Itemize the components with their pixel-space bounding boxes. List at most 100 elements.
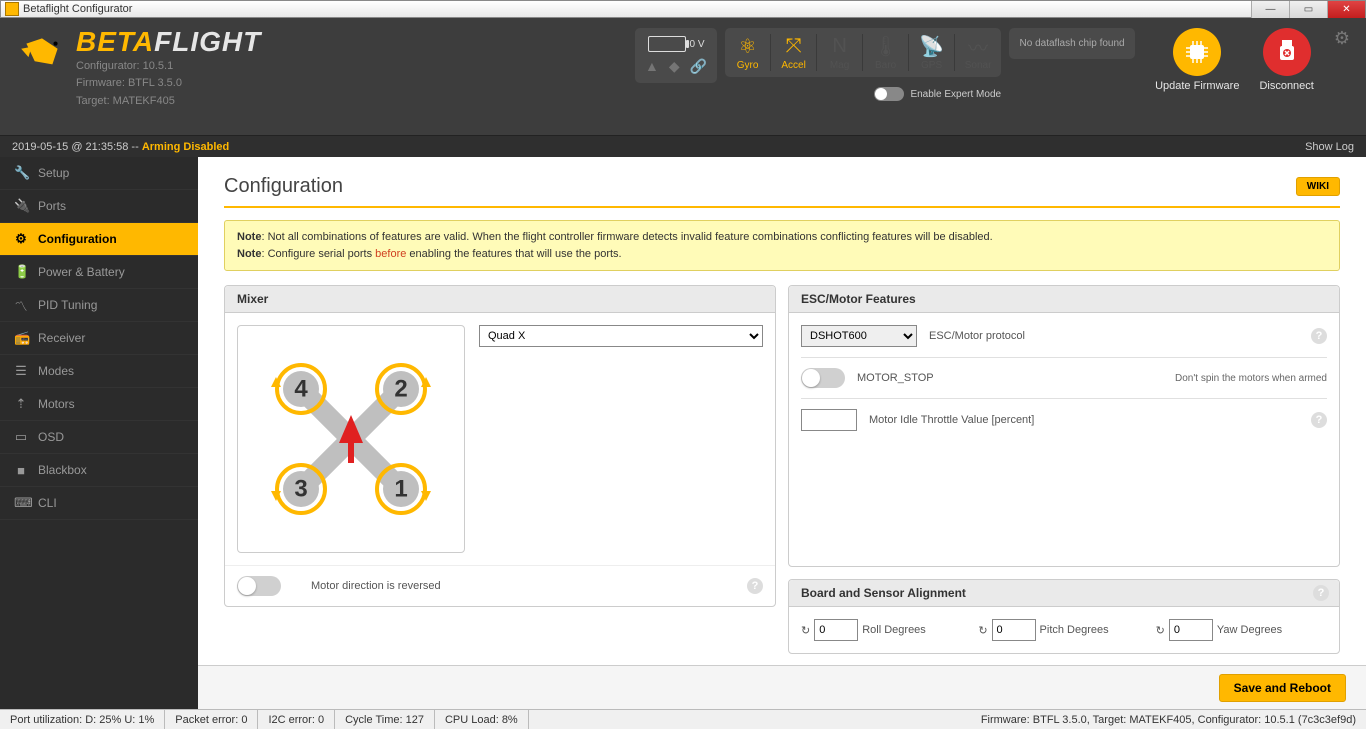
sidebar-item-label: PID Tuning: [38, 298, 97, 312]
sidebar-item-motors[interactable]: ⇡Motors: [0, 388, 198, 421]
note-box: Note: Not all combinations of features a…: [224, 220, 1340, 271]
sidebar-item-configuration[interactable]: ⚙ Configuration: [0, 223, 198, 256]
nav-icon: 🔋: [14, 264, 28, 280]
mixer-panel-title: Mixer: [225, 286, 775, 313]
sidebar-item-pid-tuning[interactable]: 〽 PID Tuning: [0, 289, 198, 322]
sidebar-item-label: Blackbox: [38, 463, 87, 477]
sensor-gps: 📡GPS: [909, 34, 955, 71]
nav-icon: ☰: [14, 363, 28, 379]
sensor-baro: 🌡Baro: [863, 34, 909, 71]
nav-icon: ■: [14, 463, 28, 478]
nav-icon: ⚙: [14, 231, 28, 247]
status-message: Arming Disabled: [142, 141, 229, 153]
idle-throttle-input[interactable]: [801, 409, 857, 431]
motor-stop-toggle[interactable]: [801, 368, 845, 388]
sidebar: 🔧 Setup 🔌 Ports ⚙ Configuration 🔋Power & Batte…: [0, 157, 198, 709]
sidebar-item-osd[interactable]: ▭ OSD: [0, 421, 198, 454]
sidebar-item-cli[interactable]: ⌨CLI: [0, 487, 198, 520]
window-minimize-button[interactable]: —: [1251, 1, 1289, 18]
alignment-panel: Board and Sensor Alignment ? ↻ Roll Degr…: [788, 579, 1340, 654]
sensor-sonar: 〰Sonar: [955, 34, 1001, 71]
sonar-icon: 〰: [968, 34, 988, 58]
nav-icon: 🔧: [14, 165, 28, 181]
gps-icon: 📡: [919, 34, 944, 58]
help-icon[interactable]: ?: [1311, 412, 1327, 428]
svg-text:4: 4: [294, 376, 308, 403]
sidebar-item-modes[interactable]: ☰ Modes: [0, 355, 198, 388]
sidebar-item-setup[interactable]: 🔧 Setup: [0, 157, 198, 190]
accel-icon: ⤧: [786, 34, 802, 58]
battery-voltage: 0 V: [690, 39, 705, 50]
alignment-panel-title: Board and Sensor Alignment ?: [789, 580, 1339, 607]
chip-icon: [1173, 28, 1221, 76]
link-icon: 🔗: [690, 58, 707, 75]
sidebar-item-label: Modes: [38, 364, 74, 378]
sidebar-item-ports[interactable]: 🔌 Ports: [0, 190, 198, 223]
app-header: BETAFLIGHT Configurator: 10.5.1 Firmware…: [0, 18, 1366, 135]
warning-icon: ▲: [645, 58, 659, 75]
help-icon[interactable]: ?: [747, 578, 763, 594]
pitch-label: Pitch Degrees: [1040, 624, 1109, 636]
logo-text: BETAFLIGHT: [76, 28, 261, 56]
svg-text:3: 3: [294, 476, 307, 503]
window-close-button[interactable]: ✕: [1327, 1, 1365, 18]
sidebar-item-blackbox[interactable]: ■ Blackbox: [0, 454, 198, 487]
motor-stop-label: MOTOR_STOP: [857, 372, 934, 384]
app-footer: Port utilization: D: 25% U: 1% Packet er…: [0, 709, 1366, 729]
roll-input[interactable]: [814, 619, 858, 641]
footer-cycle-time: Cycle Time: 127: [335, 710, 435, 729]
sidebar-item-label: Configuration: [38, 232, 117, 246]
yaw-input[interactable]: [1169, 619, 1213, 641]
expert-mode-label: Enable Expert Mode: [910, 89, 1001, 100]
diamond-icon: ◆: [669, 58, 680, 75]
sensor-panel: ⚛Gyro⤧AccelNMag🌡Baro📡GPS〰Sonar: [725, 28, 1001, 77]
roll-icon: ↻: [801, 624, 810, 637]
esc-protocol-label: ESC/Motor protocol: [929, 330, 1025, 342]
sidebar-item-receiver[interactable]: 📻Receiver: [0, 322, 198, 355]
nav-icon: 🔌: [14, 198, 28, 214]
sidebar-item-label: Setup: [38, 166, 69, 180]
battery-box: 0 V ▲ ◆ 🔗: [635, 28, 717, 83]
footer-packet-error: Packet error: 0: [165, 710, 258, 729]
nav-icon: ⌨: [14, 495, 28, 511]
wiki-button[interactable]: WIKI: [1296, 177, 1340, 196]
yaw-label: Yaw Degrees: [1217, 624, 1282, 636]
window-maximize-button[interactable]: ▭: [1289, 1, 1327, 18]
meta-firmware: Firmware: BTFL 3.5.0: [76, 76, 261, 90]
esc-protocol-select[interactable]: DSHOT600: [801, 325, 917, 347]
expert-mode-toggle[interactable]: [874, 87, 904, 101]
idle-throttle-label: Motor Idle Throttle Value [percent]: [869, 414, 1034, 426]
sidebar-item-label: Receiver: [38, 331, 85, 345]
help-icon[interactable]: ?: [1313, 585, 1329, 601]
footer-firmware: Firmware: BTFL 3.5.0, Target: MATEKF405,…: [971, 714, 1366, 726]
usb-disconnect-icon: [1263, 28, 1311, 76]
app-icon: [5, 2, 19, 16]
pitch-input[interactable]: [992, 619, 1036, 641]
motor-reversed-label: Motor direction is reversed: [311, 580, 441, 592]
sidebar-item-label: OSD: [38, 430, 64, 444]
sidebar-item-power-battery[interactable]: 🔋Power & Battery: [0, 256, 198, 289]
footer-cpu-load: CPU Load: 8%: [435, 710, 529, 729]
save-reboot-button[interactable]: Save and Reboot: [1219, 674, 1346, 702]
nav-icon: 〽: [14, 296, 28, 315]
settings-gear-icon[interactable]: ⚙: [1334, 28, 1350, 49]
content-area: Configuration WIKI Note: Not all combina…: [198, 157, 1366, 709]
page-title: Configuration: [224, 175, 343, 198]
nav-icon: ⇡: [14, 396, 28, 412]
sidebar-item-label: Ports: [38, 199, 66, 213]
battery-icon: [648, 36, 686, 52]
yaw-icon: ↻: [1156, 624, 1165, 637]
help-icon[interactable]: ?: [1311, 328, 1327, 344]
mixer-diagram: 42 31: [237, 325, 465, 553]
nav-icon: ▭: [14, 429, 28, 445]
disconnect-button[interactable]: Disconnect: [1259, 28, 1313, 92]
update-firmware-button[interactable]: Update Firmware: [1155, 28, 1239, 92]
show-log-link[interactable]: Show Log: [1305, 141, 1354, 153]
meta-configurator: Configurator: 10.5.1: [76, 59, 261, 73]
window-title: Betaflight Configurator: [23, 3, 132, 15]
motor-reversed-toggle[interactable]: [237, 576, 281, 596]
mixer-type-select[interactable]: Quad X: [479, 325, 763, 347]
window-buttons: — ▭ ✕: [1251, 1, 1365, 18]
svg-text:2: 2: [394, 376, 407, 403]
footer-i2c-error: I2C error: 0: [258, 710, 335, 729]
